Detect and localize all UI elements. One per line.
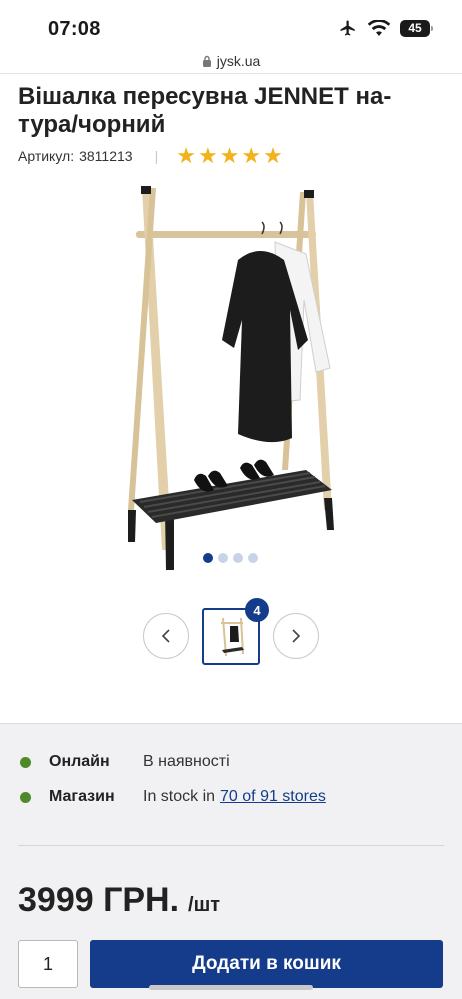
article-number: 3811213 (79, 148, 133, 164)
chevron-right-icon (292, 629, 301, 643)
section-divider (18, 845, 444, 846)
battery-indicator: 45 (400, 19, 433, 37)
article-label: Артикул: (18, 148, 75, 164)
store-label: Магазин (49, 788, 115, 805)
add-to-cart-button[interactable]: Додати в кошик (90, 940, 443, 988)
availability-panel: Онлайн В наявності Магазин In stock in 7… (0, 723, 462, 999)
wifi-icon (368, 19, 390, 36)
quantity-input[interactable] (18, 940, 78, 988)
price-value: 3999 ГРН. (18, 881, 180, 919)
meta-divider: | (154, 148, 159, 164)
price-block: 3999 ГРН. /шт (18, 881, 220, 920)
airplane-icon (340, 20, 355, 36)
chevron-left-icon (161, 629, 170, 643)
star-icon: ★ (263, 143, 283, 168)
online-label: Онлайн (49, 753, 110, 770)
store-status: In stock in (143, 788, 216, 805)
status-bar: 07:08 45 (0, 0, 462, 48)
status-icons: 45 (338, 19, 433, 37)
browser-url-bar[interactable]: jysk.ua (0, 48, 462, 74)
price-unit: /шт (188, 894, 221, 916)
next-image-button[interactable] (273, 613, 319, 659)
availability-store-row: Магазин In stock in 70 of 91 stores (20, 788, 326, 806)
previous-image-button[interactable] (143, 613, 189, 659)
lock-icon (202, 55, 211, 67)
rating-stars[interactable]: ★ ★ ★ ★ ★ (176, 143, 283, 168)
carousel-dot[interactable] (218, 553, 228, 563)
carousel-dot-active[interactable] (203, 553, 213, 563)
status-time: 07:08 (48, 18, 101, 40)
star-icon: ★ (219, 143, 240, 168)
availability-online-row: Онлайн В наявності (20, 753, 230, 771)
image-count-badge: 4 (245, 598, 269, 622)
star-icon: ★ (176, 143, 196, 168)
product-meta: Артикул: 3811213 | ★ ★ ★ ★ ★ (18, 143, 283, 168)
star-icon: ★ (197, 143, 218, 168)
star-icon: ★ (241, 143, 262, 168)
product-image[interactable] (110, 180, 360, 575)
store-stock-link[interactable]: 70 of 91 stores (220, 788, 326, 806)
home-indicator (149, 985, 313, 990)
product-title: Вішалка пересувна JENNET на-тура/чорний (18, 83, 392, 138)
online-status: В наявності (143, 753, 230, 770)
carousel-dot[interactable] (248, 553, 258, 563)
url-domain: jysk.ua (216, 52, 261, 69)
availability-dot-icon (20, 791, 31, 803)
carousel-dot[interactable] (233, 553, 243, 563)
availability-dot-icon (20, 756, 31, 768)
carousel-dots (203, 553, 258, 563)
